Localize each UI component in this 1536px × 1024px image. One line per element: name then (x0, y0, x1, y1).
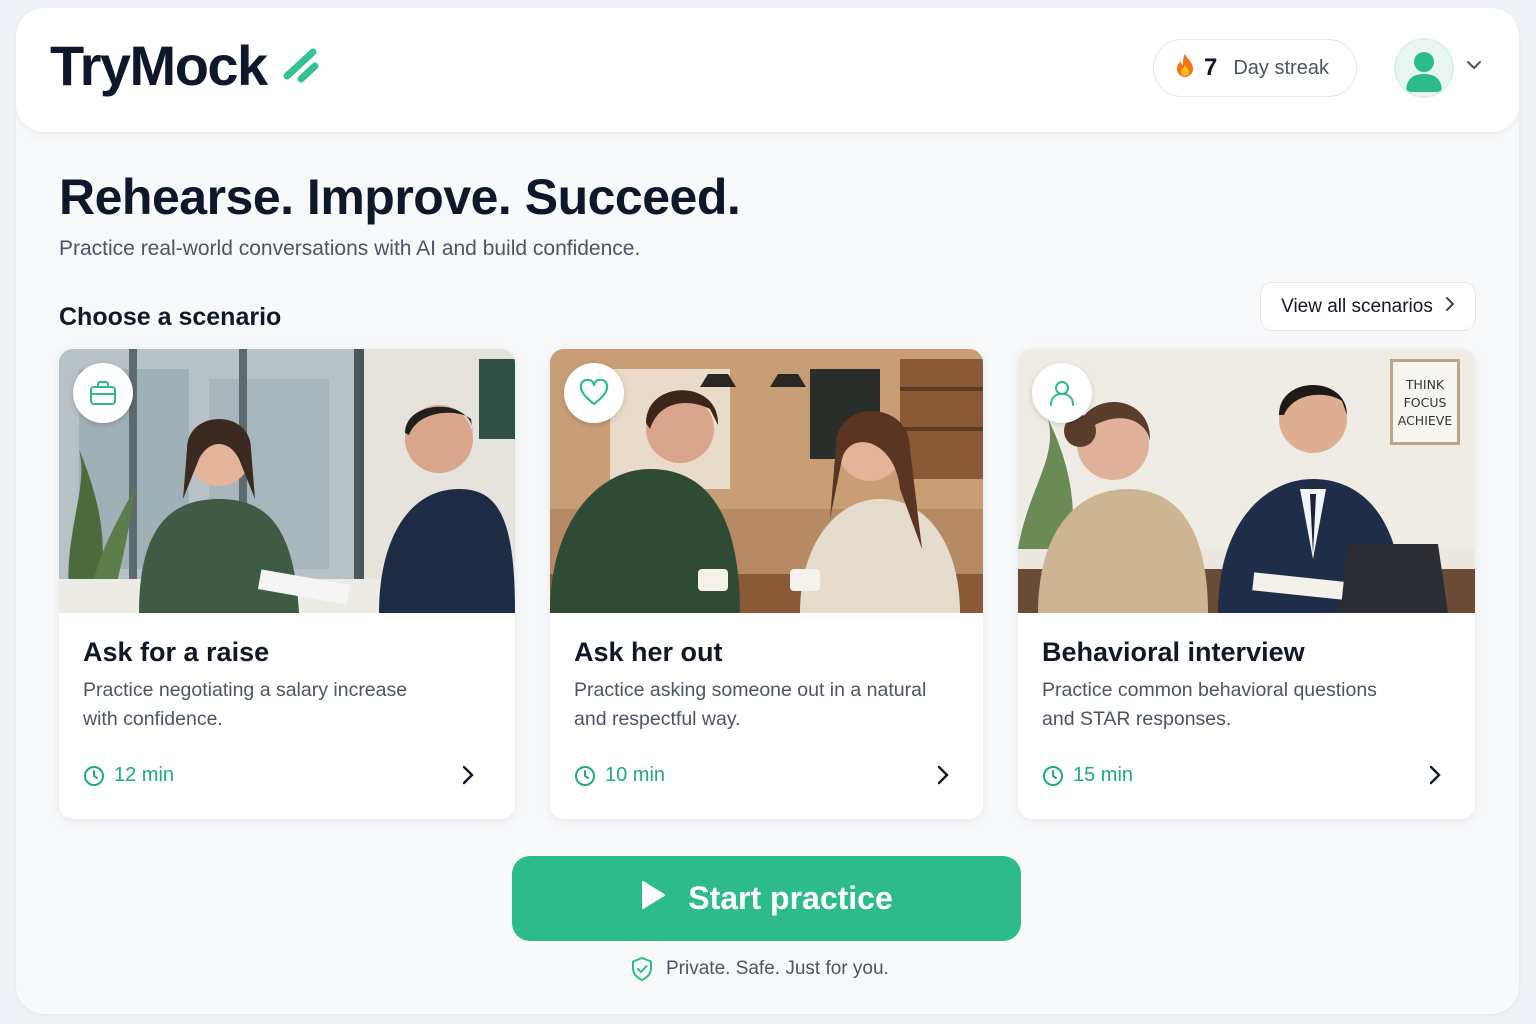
duration-label: 10 min (605, 764, 666, 786)
scenario-card-behavioral-interview[interactable]: THINK FOCUS ACHIEVE Behavioral interview… (1018, 349, 1475, 819)
briefcase-icon (90, 381, 116, 405)
logo-text: TryMock (50, 34, 268, 97)
privacy-text: Private. Safe. Just for you. (666, 958, 889, 979)
start-practice-label: Start practice (688, 880, 893, 916)
shield-check-icon (632, 957, 652, 981)
page-title: Rehearse. Improve. Succeed. (59, 169, 741, 225)
poster-line: ACHIEVE (1397, 412, 1453, 428)
page-subtitle: Practice real-world conversations with A… (59, 237, 641, 260)
privacy-note: Private. Safe. Just for you. (630, 956, 889, 982)
scenario-duration: 15 min (1042, 764, 1133, 787)
scenario-title: Ask for a raise (83, 637, 270, 667)
scenario-description: Practice asking someone out in a natural… (574, 679, 927, 730)
clock-icon (575, 765, 595, 786)
play-icon (640, 880, 666, 918)
briefcase-badge (73, 363, 133, 423)
section-title: Choose a scenario (59, 303, 282, 331)
chevron-right-icon (1429, 765, 1441, 790)
chevron-down-icon[interactable] (1465, 58, 1483, 76)
scenario-image-office (59, 349, 515, 613)
chevron-right-icon (1445, 296, 1455, 318)
streak-count: 7 (1204, 54, 1218, 81)
motivational-poster: THINK FOCUS ACHIEVE (1390, 359, 1460, 445)
scenario-duration: 10 min (574, 764, 665, 787)
heart-badge (564, 363, 624, 423)
user-badge (1032, 363, 1092, 423)
view-all-label: View all scenarios (1281, 295, 1433, 317)
streak-label: Day streak (1233, 56, 1329, 79)
chevron-right-icon (462, 765, 474, 790)
scenario-duration: 12 min (83, 764, 174, 787)
scenario-description: Practice negotiating a salary increase w… (83, 679, 408, 730)
scenario-description: Practice common behavioral questions and… (1042, 679, 1377, 730)
poster-line: THINK (1405, 376, 1445, 392)
top-bar: TryMock 7 Day streak (16, 8, 1519, 132)
avatar[interactable] (1394, 38, 1454, 98)
app-window: TryMock 7 Day streak Rehearse. Improve. … (16, 8, 1519, 1014)
clock-icon (1043, 765, 1063, 786)
heart-icon (579, 379, 609, 406)
user-avatar-icon (1406, 52, 1442, 92)
logo[interactable]: TryMock (50, 38, 321, 94)
scenario-card-ask-her-out[interactable]: Ask her out Practice asking someone out … (550, 349, 983, 819)
view-all-scenarios-button[interactable]: View all scenarios (1260, 282, 1476, 331)
scenario-card-ask-for-raise[interactable]: Ask for a raise Practice negotiating a s… (59, 349, 515, 819)
user-icon (1050, 381, 1074, 406)
duration-label: 15 min (1073, 764, 1134, 786)
scenario-image-interview: THINK FOCUS ACHIEVE (1018, 349, 1475, 613)
duration-label: 12 min (114, 764, 175, 786)
scenario-title: Behavioral interview (1042, 637, 1305, 667)
scenario-title: Ask her out (574, 637, 723, 667)
scenario-image-cafe (550, 349, 983, 613)
start-practice-button[interactable]: Start practice (512, 856, 1021, 941)
chevron-right-icon (937, 765, 949, 790)
flame-icon (1174, 53, 1196, 84)
streak-badge[interactable]: 7 Day streak (1153, 39, 1357, 97)
poster-line: FOCUS (1403, 394, 1447, 410)
clock-icon (84, 765, 104, 786)
pencil-icon (279, 44, 321, 89)
